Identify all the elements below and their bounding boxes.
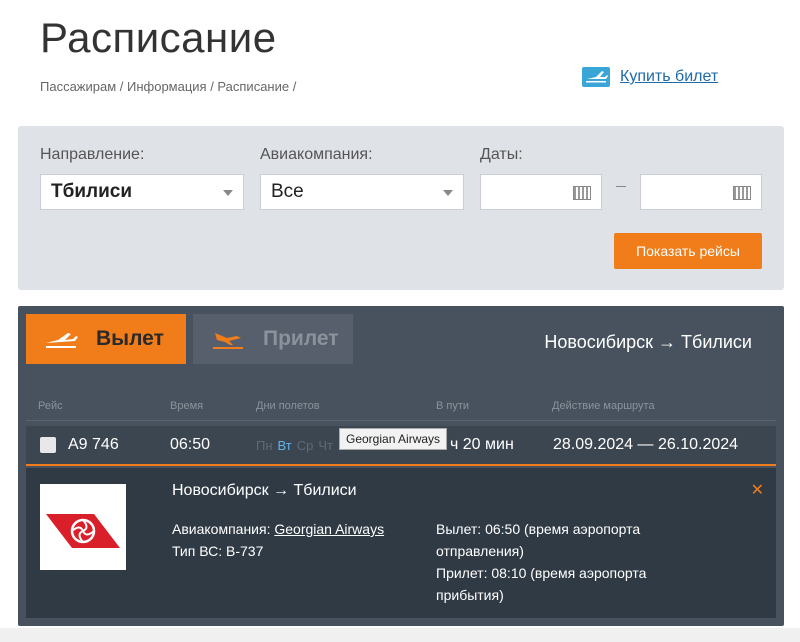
airline-logo — [40, 484, 126, 570]
tab-departure-label: Вылет — [96, 327, 164, 350]
day-tue: Вт — [277, 438, 292, 453]
flight-number: A9 746 — [68, 436, 119, 453]
table-row[interactable]: A9 746 06:50 Пн Вт Ср Чт Пт Сб Вс Georgi… — [26, 426, 776, 466]
close-icon[interactable]: ✕ — [751, 480, 764, 500]
col-header-flight: Рейс — [38, 400, 63, 412]
aircraft-type: Тип ВС: B-737 — [172, 543, 264, 559]
takeoff-icon — [44, 330, 78, 348]
airline-label: Авиакомпания: — [172, 521, 271, 537]
route-header: Новосибирск → Тбилиси — [544, 332, 752, 352]
direction-label: Направление: — [40, 146, 145, 163]
airline-label: Авиакомпания: — [260, 146, 373, 163]
date-from-field[interactable] — [480, 174, 602, 210]
day-mon: Пн — [256, 438, 273, 453]
buy-ticket-link[interactable]: Купить билет — [582, 67, 718, 87]
header-divider — [26, 420, 776, 421]
page-title: Расписание — [40, 14, 277, 61]
airline-tooltip: Georgian Airways — [339, 428, 448, 450]
airline-small-icon — [40, 437, 56, 453]
direction-select[interactable]: Тбилиси — [40, 174, 244, 210]
schedule-panel: Вылет Прилет Новосибирск → Тбилиси Рейс … — [18, 306, 784, 626]
calendar-icon[interactable] — [733, 186, 751, 200]
departure-time-2: отправления) — [436, 543, 524, 559]
chevron-down-icon — [443, 190, 453, 196]
calendar-icon[interactable] — [573, 186, 591, 200]
breadcrumb: Пассажирам / Информация / Расписание / — [40, 79, 296, 94]
airline-select[interactable]: Все — [260, 174, 464, 210]
airline-value: Все — [271, 181, 304, 202]
chevron-down-icon — [223, 190, 233, 196]
route-validity: 28.09.2024 — 26.10.2024 — [553, 436, 739, 453]
buy-ticket-label[interactable]: Купить билет — [620, 68, 718, 86]
col-header-duration: В пути — [436, 400, 470, 412]
departure-time-1: Вылет: 06:50 (время аэропорта — [436, 521, 641, 537]
tab-departure[interactable]: Вылет — [26, 314, 186, 364]
show-flights-button[interactable]: Показать рейсы — [614, 233, 762, 269]
col-header-days: Дни полетов — [256, 400, 320, 412]
direction-value: Тбилиси — [51, 181, 133, 202]
day-thu: Чт — [318, 438, 333, 453]
dates-label: Даты: — [480, 146, 523, 163]
flight-time: 06:50 — [170, 436, 211, 453]
ticket-icon — [582, 67, 610, 87]
detail-route: Новосибирск → Тбилиси — [172, 482, 357, 499]
breadcrumb-text[interactable]: Пассажирам / Информация / Расписание / — [40, 79, 296, 94]
detail-times: Вылет: 06:50 (время аэропорта отправлени… — [436, 518, 646, 606]
col-header-time: Время — [170, 400, 204, 412]
date-separator — [616, 186, 626, 187]
detail-info: Авиакомпания: Georgian Airways Тип ВС: B… — [172, 518, 384, 562]
bottom-strip — [0, 628, 800, 642]
flight-duration: ч 20 мин — [450, 436, 514, 453]
date-to-field[interactable] — [640, 174, 762, 210]
landing-icon — [211, 330, 245, 349]
tab-arrival[interactable]: Прилет — [193, 314, 353, 364]
col-header-validity: Действие маршрута — [552, 400, 655, 412]
day-wed: Ср — [296, 438, 314, 453]
arrival-time-2: прибытия) — [436, 587, 504, 603]
airline-link[interactable]: Georgian Airways — [274, 521, 384, 537]
tab-arrival-label: Прилет — [263, 327, 339, 350]
arrival-time-1: Прилет: 08:10 (время аэропорта — [436, 565, 647, 581]
detail-airline-line: Авиакомпания: Georgian Airways — [172, 518, 384, 540]
filters-panel: Направление: Тбилиси Авиакомпания: Все Д… — [18, 126, 784, 290]
flight-detail: Новосибирск → Тбилиси Авиакомпания: Geor… — [26, 468, 776, 618]
